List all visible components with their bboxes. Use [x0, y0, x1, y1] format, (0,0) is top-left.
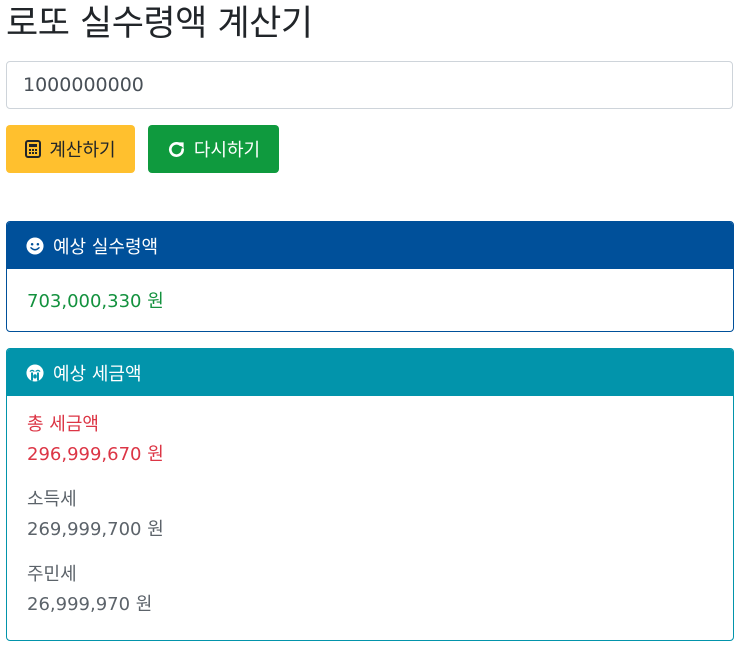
redo-icon — [167, 140, 186, 159]
total-tax-value: 296,999,670 원 — [27, 444, 164, 465]
reset-button-label: 다시하기 — [193, 140, 261, 161]
net-amount-value: 703,000,330 원 — [27, 291, 164, 312]
net-amount-card-header: 예상 실수령액 — [7, 222, 733, 269]
resident-tax-value: 26,999,970 원 — [27, 594, 153, 615]
calculator-icon — [25, 140, 42, 158]
tax-amount-card-title: 예상 세금액 — [53, 363, 142, 385]
calculate-button[interactable]: 계산하기 — [6, 125, 135, 173]
income-tax-label: 소득세 — [27, 489, 77, 510]
calculate-button-label: 계산하기 — [49, 140, 116, 161]
income-tax-group: 소득세 269,999,700 원 — [27, 485, 733, 545]
amount-input[interactable] — [6, 61, 733, 109]
income-tax-value: 269,999,700 원 — [27, 519, 164, 540]
net-amount-card: 예상 실수령액 703,000,330 원 — [6, 221, 734, 332]
smile-icon — [26, 236, 44, 255]
net-amount-card-body: 703,000,330 원 — [7, 287, 733, 313]
sad-cry-icon — [26, 363, 44, 382]
total-tax-group: 총 세금액 296,999,670 원 — [27, 410, 733, 470]
total-tax-label: 총 세금액 — [27, 414, 99, 435]
resident-tax-group: 주민세 26,999,970 원 — [27, 560, 733, 620]
reset-button[interactable]: 다시하기 — [148, 125, 279, 173]
page-title: 로또 실수령액 계산기 — [6, 4, 313, 44]
page: 로또 실수령액 계산기 계산하기 다시하기 — [0, 0, 740, 647]
resident-tax-label: 주민세 — [27, 564, 77, 585]
net-amount-card-title: 예상 실수령액 — [53, 236, 159, 258]
tax-amount-card-body: 총 세금액 296,999,670 원 소득세 269,999,700 원 주민… — [7, 410, 733, 620]
tax-amount-card-header: 예상 세금액 — [7, 349, 733, 396]
tax-amount-card: 예상 세금액 총 세금액 296,999,670 원 소득세 269,999,7… — [6, 348, 734, 641]
